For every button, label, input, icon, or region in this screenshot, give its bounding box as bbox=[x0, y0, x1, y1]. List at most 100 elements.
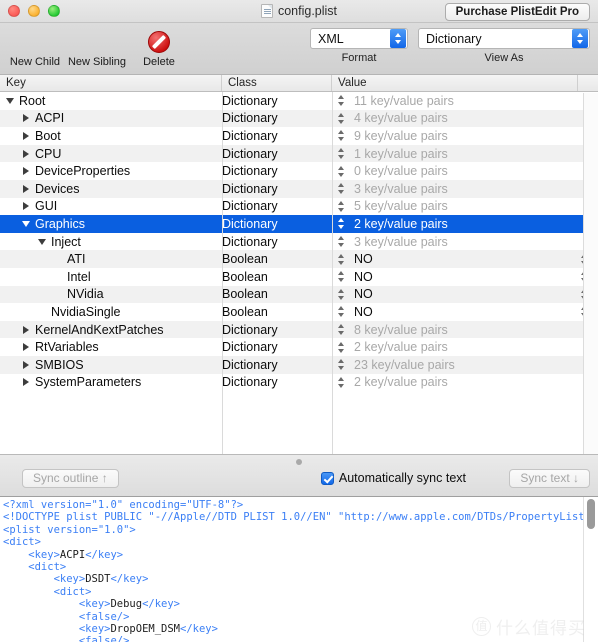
sync-text-button[interactable]: Sync text ↓ bbox=[509, 469, 590, 488]
class-stepper[interactable] bbox=[337, 112, 346, 125]
cell-value[interactable]: NO bbox=[350, 270, 576, 284]
table-row[interactable]: RtVariables Dictionary 2 key/value pairs bbox=[0, 338, 598, 356]
xml-vertical-scrollbar[interactable] bbox=[583, 497, 598, 642]
class-stepper[interactable] bbox=[337, 147, 346, 160]
cell-value[interactable]: 4 key/value pairs bbox=[350, 111, 576, 125]
outline-vertical-scrollbar[interactable] bbox=[583, 93, 598, 454]
zoom-button[interactable] bbox=[48, 5, 60, 17]
sync-outline-button[interactable]: Sync outline ↑ bbox=[22, 469, 119, 488]
class-stepper[interactable] bbox=[337, 323, 346, 336]
class-stepper-cell bbox=[332, 217, 350, 230]
table-row[interactable]: SystemParameters Dictionary 2 key/value pa… bbox=[0, 373, 598, 392]
cell-value[interactable]: 8 key/value pairs bbox=[350, 323, 576, 337]
disclosure-triangle-open-icon[interactable] bbox=[38, 237, 48, 247]
splitter-grip[interactable] bbox=[296, 459, 302, 465]
disclosure-triangle-closed-icon[interactable] bbox=[22, 360, 32, 370]
cell-key: Devices bbox=[0, 182, 222, 196]
class-stepper[interactable] bbox=[337, 129, 346, 142]
disclosure-triangle-closed-icon[interactable] bbox=[22, 342, 32, 352]
class-stepper[interactable] bbox=[337, 165, 346, 178]
purchase-plistedit-pro-button[interactable]: Purchase PlistEdit Pro bbox=[444, 3, 590, 21]
key-label: SystemParameters bbox=[35, 375, 142, 390]
table-row[interactable]: NVidia Boolean NO bbox=[0, 285, 598, 304]
cell-value[interactable]: NO bbox=[350, 287, 576, 301]
class-stepper[interactable] bbox=[337, 200, 346, 213]
class-stepper-cell bbox=[332, 253, 350, 266]
disclosure-triangle-closed-icon[interactable] bbox=[22, 131, 32, 141]
disclosure-triangle-closed-icon[interactable] bbox=[22, 325, 32, 335]
disclosure-triangle-closed-icon[interactable] bbox=[22, 166, 32, 176]
cell-value[interactable]: 1 key/value pairs bbox=[350, 147, 576, 161]
format-popup-button[interactable]: XML bbox=[310, 28, 408, 49]
disclosure-triangle-closed-icon[interactable] bbox=[22, 113, 32, 123]
xml-scrollbar-thumb[interactable] bbox=[587, 499, 595, 529]
cell-class: Dictionary bbox=[222, 357, 278, 372]
table-row[interactable]: KernelAndKextPatches Dictionary 8 key/valu… bbox=[0, 320, 598, 339]
cell-value[interactable]: NO bbox=[350, 305, 576, 319]
table-row[interactable]: GUI Dictionary 5 key/value pairs bbox=[0, 197, 598, 216]
table-row[interactable]: Boot Dictionary 9 key/value pairs bbox=[0, 127, 598, 145]
disclosure-triangle-closed-icon[interactable] bbox=[22, 184, 32, 194]
cell-value[interactable]: 3 key/value pairs bbox=[350, 235, 576, 249]
disclosure-triangle-open-icon[interactable] bbox=[22, 219, 32, 229]
cell-value[interactable]: 5 key/value pairs bbox=[350, 199, 576, 213]
cell-value[interactable]: 3 key/value pairs bbox=[350, 182, 576, 196]
table-row[interactable]: CPU Dictionary 1 key/value pairs bbox=[0, 144, 598, 163]
format-value: XML bbox=[318, 31, 344, 46]
xml-tag: <false/> bbox=[3, 610, 130, 623]
class-stepper[interactable] bbox=[337, 341, 346, 354]
disclosure-triangle-open-icon[interactable] bbox=[6, 96, 16, 106]
close-button[interactable] bbox=[8, 5, 20, 17]
cell-value[interactable]: NO bbox=[350, 252, 576, 266]
table-row[interactable]: ATI Boolean NO bbox=[0, 250, 598, 268]
automatically-sync-text-control[interactable]: Automatically sync text bbox=[320, 471, 466, 485]
disclosure-triangle-closed-icon[interactable] bbox=[22, 201, 32, 211]
table-row[interactable]: Devices Dictionary 3 key/value pairs bbox=[0, 179, 598, 198]
cell-value[interactable]: 23 key/value pairs bbox=[350, 358, 576, 372]
table-row[interactable]: SMBIOS Dictionary 23 key/value pairs bbox=[0, 355, 598, 374]
xml-source-editor[interactable]: <?xml version="1.0" encoding="UTF-8"?> <!… bbox=[0, 497, 598, 642]
class-stepper[interactable] bbox=[337, 217, 346, 230]
class-stepper[interactable] bbox=[337, 376, 346, 389]
class-stepper[interactable] bbox=[337, 358, 346, 371]
cell-value[interactable]: 2 key/value pairs bbox=[350, 375, 576, 389]
new-sibling-button[interactable]: New Sibling bbox=[66, 25, 128, 68]
xml-line: <dict> bbox=[3, 536, 598, 548]
xml-tag: <key> bbox=[3, 548, 60, 561]
new-child-button[interactable]: New Child bbox=[4, 25, 66, 68]
table-row[interactable]: Inject Dictionary 3 key/value pairs bbox=[0, 232, 598, 251]
cell-value[interactable]: 9 key/value pairs bbox=[350, 129, 576, 143]
class-stepper[interactable] bbox=[337, 182, 346, 195]
table-row[interactable]: ACPI Dictionary 4 key/value pairs bbox=[0, 109, 598, 128]
class-stepper[interactable] bbox=[337, 305, 346, 318]
class-stepper[interactable] bbox=[337, 288, 346, 301]
class-stepper[interactable] bbox=[337, 94, 346, 107]
view-as-popup-button[interactable]: Dictionary bbox=[418, 28, 590, 49]
disclosure-triangle-closed-icon[interactable] bbox=[22, 149, 32, 159]
table-row[interactable]: Root Dictionary 11 key/value pairs bbox=[0, 92, 598, 110]
xml-tag: <dict> bbox=[3, 585, 92, 598]
column-header-class[interactable]: Class bbox=[222, 75, 332, 91]
cell-value[interactable]: 2 key/value pairs bbox=[350, 217, 576, 231]
xml-tag: <false/> bbox=[3, 635, 130, 642]
class-stepper-cell bbox=[332, 147, 350, 160]
table-row[interactable]: Intel Boolean NO bbox=[0, 267, 598, 286]
minimize-button[interactable] bbox=[28, 5, 40, 17]
disclosure-triangle-closed-icon[interactable] bbox=[22, 377, 32, 387]
table-row[interactable]: NvidiaSingle Boolean NO bbox=[0, 303, 598, 321]
column-header-key[interactable]: Key bbox=[0, 75, 222, 91]
class-stepper[interactable] bbox=[337, 270, 346, 283]
auto-sync-checkbox[interactable] bbox=[320, 471, 334, 485]
class-stepper[interactable] bbox=[337, 235, 346, 248]
column-header-value[interactable]: Value bbox=[332, 75, 578, 91]
cell-value[interactable]: 0 key/value pairs bbox=[350, 164, 576, 178]
cell-class: Boolean bbox=[222, 287, 268, 302]
class-stepper[interactable] bbox=[337, 253, 346, 266]
table-row[interactable]: Graphics Dictionary 2 key/value pairs bbox=[0, 215, 598, 233]
outline-rows: Root Dictionary 11 key/value pairs ACPI Dict… bbox=[0, 92, 598, 454]
delete-button[interactable]: Delete bbox=[128, 25, 190, 68]
cell-value[interactable]: 11 key/value pairs bbox=[350, 94, 576, 108]
table-row[interactable]: DeviceProperties Dictionary 0 key/value pa… bbox=[0, 162, 598, 180]
cell-value[interactable]: 2 key/value pairs bbox=[350, 340, 576, 354]
xml-tag: <plist version="1.0"> bbox=[3, 523, 136, 536]
